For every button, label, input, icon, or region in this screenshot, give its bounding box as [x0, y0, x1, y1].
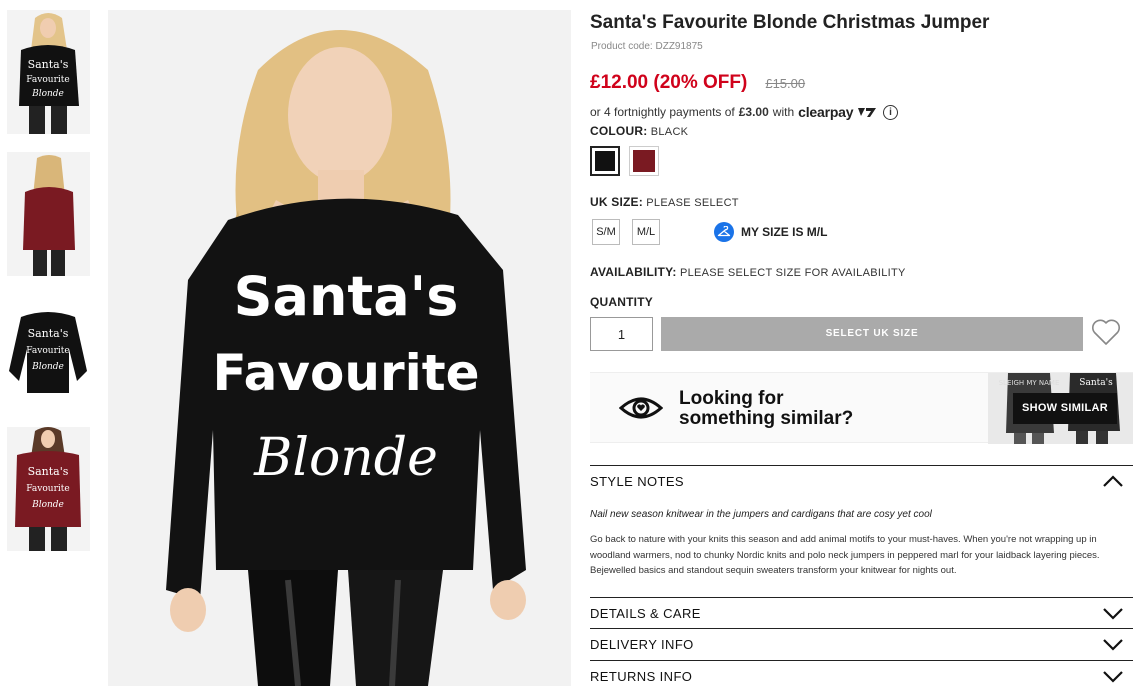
accordion-returns-info[interactable]: RETURNS INFO: [590, 660, 1133, 686]
clearpay-brand-text: clearpay: [798, 104, 854, 120]
size-option-ml[interactable]: M/L: [632, 219, 660, 245]
accordion-title: DETAILS & CARE: [590, 605, 701, 621]
thumbnail-flat-black[interactable]: Santa's Favourite Blonde: [7, 289, 90, 413]
product-title: Santa's Favourite Blonde Christmas Jumpe…: [590, 12, 990, 33]
product-code: Product code: DZZ91875: [591, 41, 703, 52]
thumb-print-text: Santa's: [28, 327, 69, 340]
accordion-title: STYLE NOTES: [590, 473, 684, 489]
thumb-print-text: Santa's: [28, 58, 69, 71]
clearpay-logo: clearpay: [798, 104, 877, 120]
jumper-print-line2: Favourite: [212, 344, 479, 402]
style-notes-lead: Nail new season knitwear in the jumpers …: [590, 509, 932, 520]
thumb-print-text: Blonde: [31, 89, 64, 99]
jumper-print-line1: Santa's: [234, 265, 459, 328]
accordion-details-care[interactable]: DETAILS & CARE: [590, 597, 1133, 628]
availability-row: AVAILABILITY: PLEASE SELECT SIZE FOR AVA…: [590, 265, 906, 279]
thumbnail-front-black[interactable]: Santa's Favourite Blonde: [7, 10, 90, 134]
thumb-print-text: Favourite: [26, 346, 69, 356]
similar-items-banner: Looking for something similar? SLEIGH MY…: [590, 372, 1133, 444]
size-value: PLEASE SELECT: [646, 197, 739, 209]
installments-amount: £3.00: [738, 105, 769, 119]
chevron-down-icon: [1103, 608, 1123, 620]
swatch-burgundy[interactable]: [629, 146, 659, 176]
similar-thumb-text: Santa's: [1079, 378, 1113, 388]
my-size-text: MY SIZE IS M/L: [741, 225, 828, 239]
installments-text: or 4 fortnightly payments of: [590, 105, 735, 119]
jumper-print-line3: Blonde: [253, 428, 438, 488]
swatch-black[interactable]: [590, 146, 620, 176]
original-price: £15.00: [765, 76, 806, 91]
clearpay-arrows-icon: [858, 108, 877, 117]
quantity-label: QUANTITY: [590, 295, 653, 309]
installments-with: with: [772, 105, 795, 119]
colour-label: COLOUR:: [590, 124, 648, 138]
colour-label-row: COLOUR: BLACK: [590, 124, 688, 138]
size-option-sm[interactable]: S/M: [592, 219, 620, 245]
accordion-title: RETURNS INFO: [590, 668, 693, 684]
size-label-row: UK SIZE: PLEASE SELECT: [590, 195, 739, 209]
chevron-down-icon: [1103, 639, 1123, 651]
show-similar-button[interactable]: SHOW SIMILAR: [1013, 393, 1117, 424]
main-product-image: Santa's Favourite Blonde: [108, 10, 571, 686]
similar-heading-line1: Looking for: [679, 388, 784, 409]
installments-info: or 4 fortnightly payments of £3.00 with …: [590, 104, 899, 120]
thumbnail-front-burgundy[interactable]: Santa's Favourite Blonde: [7, 427, 90, 551]
colour-value: BLACK: [650, 126, 689, 138]
wishlist-heart-icon[interactable]: [1091, 318, 1121, 348]
size-label: UK SIZE:: [590, 195, 643, 209]
accordion-title: DELIVERY INFO: [590, 636, 694, 652]
similar-heading-line2: something similar?: [679, 408, 854, 429]
price-row: £12.00 (20% OFF) £15.00: [590, 72, 805, 94]
style-notes-body: Go back to nature with your knits this s…: [590, 534, 1100, 576]
thumbnail-back-burgundy[interactable]: [7, 152, 90, 276]
thumb-print-text: Blonde: [31, 362, 64, 372]
add-to-bag-button[interactable]: SELECT UK SIZE: [661, 317, 1083, 351]
similar-heading: Looking for something similar?: [679, 389, 853, 429]
accordion-delivery-info[interactable]: DELIVERY INFO: [590, 628, 1133, 659]
chevron-down-icon: [1103, 671, 1123, 683]
thumb-print-text: Blonde: [31, 500, 64, 510]
thumb-print-text: Santa's: [28, 465, 69, 478]
accordion-style-notes[interactable]: STYLE NOTES: [590, 465, 1133, 496]
availability-label: AVAILABILITY:: [590, 265, 677, 279]
my-size-link[interactable]: MY SIZE IS M/L: [714, 222, 827, 242]
chevron-up-icon: [1103, 475, 1123, 487]
hanger-icon: [714, 222, 734, 242]
info-icon[interactable]: i: [883, 104, 899, 120]
product-details-panel: Santa's Favourite Blonde Christmas Jumpe…: [590, 0, 1133, 686]
thumb-print-text: Favourite: [26, 484, 69, 494]
quantity-input[interactable]: [590, 317, 653, 351]
similar-thumb-text: SLEIGH MY NAME: [999, 379, 1060, 387]
eye-icon: [619, 397, 663, 419]
quantity-label-row: QUANTITY: [590, 295, 653, 309]
availability-value: PLEASE SELECT SIZE FOR AVAILABILITY: [679, 267, 906, 279]
current-price: £12.00 (20% OFF): [590, 72, 748, 93]
thumb-print-text: Favourite: [26, 75, 69, 85]
